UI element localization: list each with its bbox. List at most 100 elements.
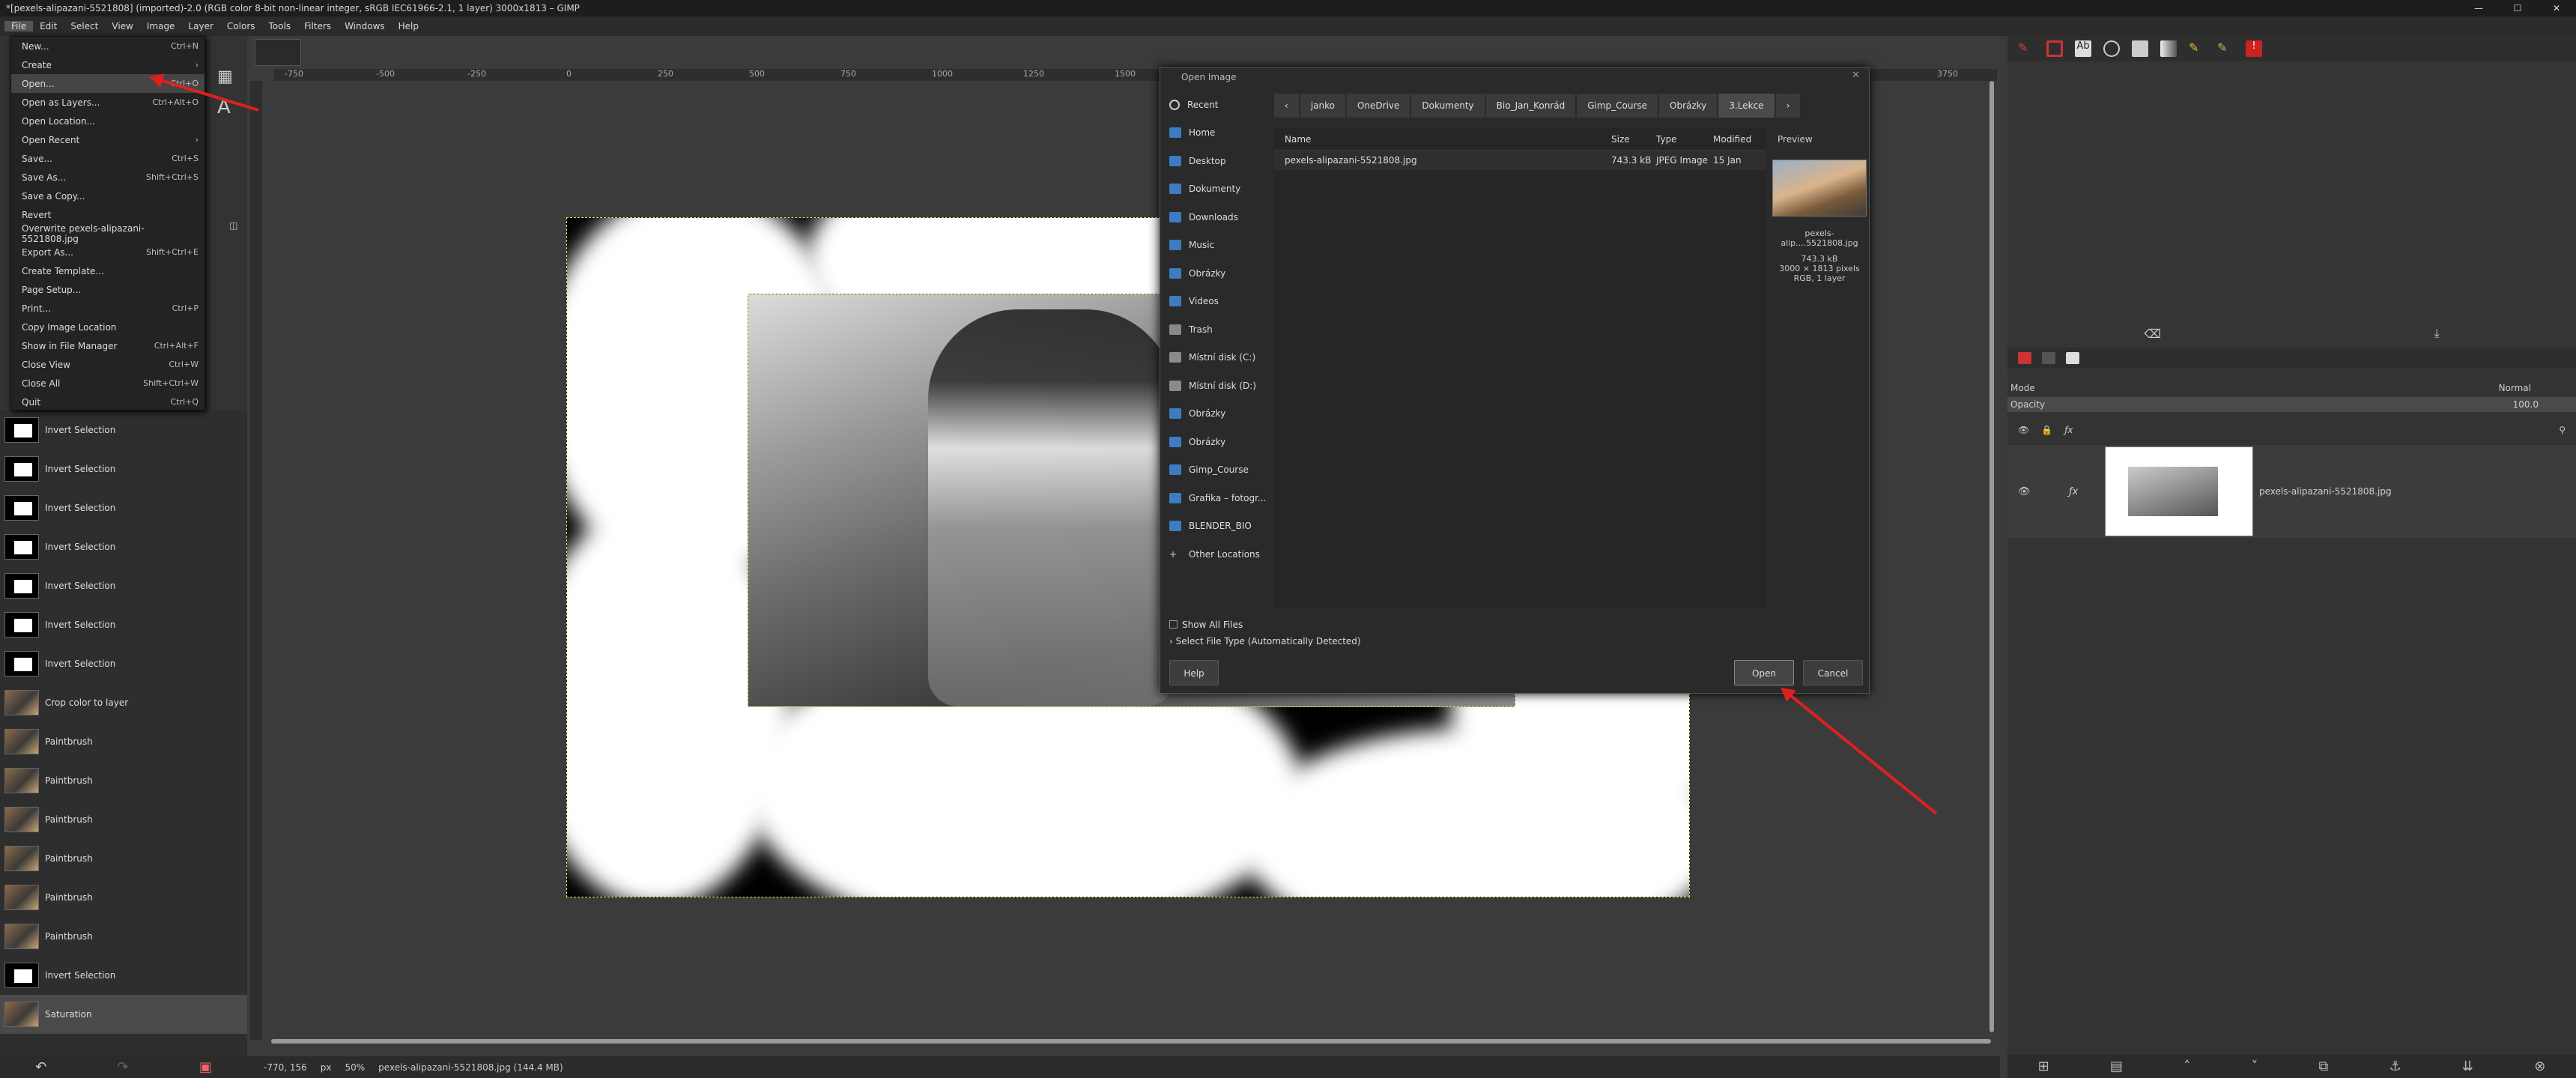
delete-layer-icon[interactable]: ⊗ <box>2534 1059 2545 1074</box>
close-icon[interactable]: ✕ <box>1852 70 1860 81</box>
new-layer-icon[interactable]: ⊞ <box>2038 1059 2049 1074</box>
place-downloads[interactable]: Downloads <box>1160 203 1268 231</box>
cancel-button[interactable]: Cancel <box>1803 660 1863 685</box>
menu-tools[interactable]: Tools <box>262 21 298 31</box>
history-item[interactable]: Invert Selection <box>0 449 247 488</box>
menu-item-overwrite[interactable]: Overwrite pexels-alipazani-5521808.jpg <box>11 223 204 244</box>
image-tab-thumbnail[interactable] <box>255 39 301 66</box>
history-item[interactable]: Crop color to layer <box>0 683 247 722</box>
place-home[interactable]: Home <box>1160 119 1268 148</box>
fonts-icon[interactable]: Ab <box>2075 40 2091 57</box>
search-icon[interactable]: ⚲ <box>2559 425 2566 435</box>
menu-help[interactable]: Help <box>392 21 425 31</box>
zoom-selector[interactable]: 50% <box>345 1062 366 1073</box>
duplicate-layer-icon[interactable]: ⧉ <box>2319 1059 2329 1074</box>
lower-layer-icon[interactable]: ˅ <box>2251 1059 2258 1074</box>
mode-select[interactable]: Normal <box>2499 383 2531 393</box>
history-item[interactable]: Invert Selection <box>0 956 247 995</box>
menu-item-open-location[interactable]: Open Location... <box>11 112 204 130</box>
menu-item-new[interactable]: New... Ctrl+N <box>11 37 204 55</box>
path-crumb[interactable]: Obrázky <box>1659 94 1718 118</box>
history-item[interactable]: Invert Selection <box>0 488 247 527</box>
paintbrush-icon[interactable]: ✎ <box>2018 40 2034 57</box>
path-back-icon[interactable]: ‹ <box>1274 94 1299 118</box>
layer-eye-icon[interactable]: 👁 <box>2018 486 2031 497</box>
close-window-button[interactable]: ✕ <box>2537 0 2576 16</box>
place-trash[interactable]: Trash <box>1160 315 1268 344</box>
menu-item-create[interactable]: Create › <box>11 55 204 74</box>
layer-fx-icon[interactable]: ƒx <box>2069 486 2078 497</box>
history-item[interactable]: Paintbrush <box>0 917 247 956</box>
paths-tab-icon[interactable] <box>2066 352 2079 364</box>
place-disk-c[interactable]: Místní disk (C:) <box>1160 344 1268 372</box>
raise-layer-icon[interactable]: ˄ <box>2183 1059 2190 1074</box>
place-videos[interactable]: Videos <box>1160 288 1268 316</box>
place-bookmark[interactable]: Gimp_Course <box>1160 456 1268 485</box>
place-dokumenty[interactable]: Dokumenty <box>1160 175 1268 204</box>
path-forward-icon[interactable]: › <box>1775 94 1801 118</box>
gradients-icon[interactable] <box>2160 40 2177 57</box>
brushes-icon[interactable]: ✎ <box>2189 40 2205 57</box>
undo-icon[interactable]: ↶ <box>35 1059 46 1075</box>
place-bookmark[interactable]: Grafika – fotogr... <box>1160 484 1268 512</box>
menu-item-save-copy[interactable]: Save a Copy... <box>11 187 204 205</box>
menu-item-close-all[interactable]: Close All Shift+Ctrl+W <box>11 374 204 393</box>
history-item[interactable]: Paintbrush <box>0 722 247 761</box>
column-modified[interactable]: Modified <box>1713 134 1766 145</box>
show-all-files-checkbox[interactable]: Show All Files <box>1169 620 1243 630</box>
maximize-button[interactable]: ☐ <box>2498 0 2537 16</box>
menu-item-save-as[interactable]: Save As... Shift+Ctrl+S <box>11 168 204 187</box>
menu-item-open-as-layers[interactable]: Open as Layers... Ctrl+Alt+O <box>11 93 204 112</box>
dynamics-icon[interactable]: ✎ <box>2217 40 2234 57</box>
column-name[interactable]: Name <box>1274 134 1611 145</box>
download-icon[interactable]: ⤓ <box>2434 326 2440 341</box>
menu-item-copy-location[interactable]: Copy Image Location <box>11 318 204 336</box>
menu-file[interactable]: File <box>4 21 34 31</box>
place-other-locations[interactable]: + Other Locations <box>1160 540 1268 569</box>
path-crumb[interactable]: Gimp_Course <box>1577 94 1658 118</box>
place-bookmark[interactable]: Obrázky <box>1160 400 1268 429</box>
history-item[interactable]: Invert Selection <box>0 605 247 644</box>
menu-colors[interactable]: Colors <box>220 21 262 31</box>
opacity-slider[interactable]: Opacity 100.0 <box>2007 397 2576 412</box>
channels-tab-icon[interactable] <box>2042 352 2055 364</box>
path-crumb[interactable]: janko <box>1300 94 1345 118</box>
menu-item-quit[interactable]: Quit Ctrl+Q <box>11 393 204 411</box>
menu-windows[interactable]: Windows <box>338 21 392 31</box>
layer-name[interactable]: pexels-alipazani-5521808.jpg <box>2259 486 2392 497</box>
redo-icon[interactable]: ↷ <box>117 1059 128 1075</box>
file-type-expander[interactable]: › Select File Type (Automatically Detect… <box>1169 636 1361 647</box>
place-obrazky[interactable]: Obrázky <box>1160 259 1268 288</box>
merge-layer-icon[interactable]: ⇊ <box>2462 1059 2473 1074</box>
horizontal-scrollbar[interactable] <box>271 1039 1991 1044</box>
fx-icon[interactable]: ƒx <box>2064 425 2073 435</box>
menu-select[interactable]: Select <box>64 21 105 31</box>
patterns-icon[interactable] <box>2132 40 2148 57</box>
menu-item-create-template[interactable]: Create Template... <box>11 261 204 280</box>
menu-filters[interactable]: Filters <box>297 21 338 31</box>
menu-item-export-as[interactable]: Export As... Shift+Ctrl+E <box>11 243 204 261</box>
lock-icon[interactable]: 🔒 <box>2041 425 2052 435</box>
history-item[interactable]: Invert Selection <box>0 566 247 605</box>
menu-item-revert[interactable]: Revert <box>11 205 204 224</box>
history-item[interactable]: Invert Selection <box>0 527 247 566</box>
minimize-button[interactable]: — <box>2459 0 2498 16</box>
place-recent[interactable]: Recent <box>1160 91 1268 119</box>
place-bookmark[interactable]: Obrázky <box>1160 428 1268 456</box>
column-size[interactable]: Size <box>1611 134 1656 145</box>
history-item[interactable]: Paintbrush <box>0 761 247 800</box>
menu-edit[interactable]: Edit <box>33 21 64 31</box>
unit-selector[interactable]: px <box>321 1062 332 1073</box>
history-item[interactable]: Invert Selection <box>0 411 247 449</box>
place-desktop[interactable]: Desktop <box>1160 147 1268 175</box>
help-button[interactable]: Help <box>1169 660 1219 685</box>
menu-item-save[interactable]: Save... Ctrl+S <box>11 149 204 168</box>
menu-item-close-view[interactable]: Close View Ctrl+W <box>11 355 204 374</box>
menu-item-print[interactable]: Print... Ctrl+P <box>11 299 204 318</box>
menu-layer[interactable]: Layer <box>181 21 219 31</box>
path-crumb[interactable]: Bio_Jan_Konrád <box>1485 94 1576 118</box>
menu-image[interactable]: Image <box>140 21 182 31</box>
path-crumb[interactable]: Dokumenty <box>1411 94 1485 118</box>
anchor-icon[interactable]: ⚓ <box>2389 1059 2401 1074</box>
warning-icon[interactable]: ! <box>2246 40 2262 57</box>
